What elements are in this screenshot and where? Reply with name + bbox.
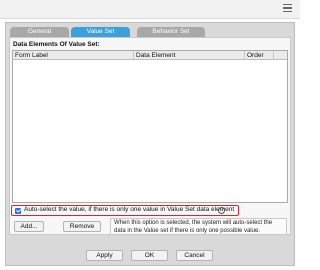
autoselect-tooltip: When this option is selected, the system… — [110, 218, 287, 235]
data-elements-table[interactable]: Form Label Data Element Order — [12, 50, 288, 203]
autoselect-option: Auto-select the value, if there is only … — [11, 205, 239, 216]
table-header: Form Label Data Element Order — [13, 51, 287, 60]
top-bar — [0, 0, 300, 19]
apply-button[interactable]: Apply — [86, 250, 123, 261]
section-title: Data Elements Of Value Set: — [13, 41, 100, 48]
column-order[interactable]: Order — [245, 51, 274, 60]
tab-content: Data Elements Of Value Set: Form Label D… — [9, 37, 291, 235]
column-form-label[interactable]: Form Label — [13, 51, 134, 60]
cancel-button[interactable]: Cancel — [176, 250, 213, 261]
hamburger-menu-icon[interactable] — [283, 4, 292, 13]
remove-button[interactable]: Remove — [63, 221, 101, 232]
tab-value-set[interactable]: Value Set — [71, 27, 130, 37]
column-data-element[interactable]: Data Element — [134, 51, 245, 60]
autoselect-label[interactable]: Auto-select the value, if there is only … — [24, 206, 234, 214]
tab-behavior-set[interactable]: Behavior Set — [137, 27, 205, 37]
dialog-panel: General Value Set Behavior Set Data Elem… — [5, 22, 295, 266]
ok-button[interactable]: OK — [131, 250, 168, 261]
tab-general[interactable]: General — [10, 27, 69, 37]
help-icon[interactable]: ? — [218, 206, 225, 214]
autoselect-checkbox[interactable] — [15, 207, 21, 214]
add-button[interactable]: Add... — [14, 221, 44, 232]
